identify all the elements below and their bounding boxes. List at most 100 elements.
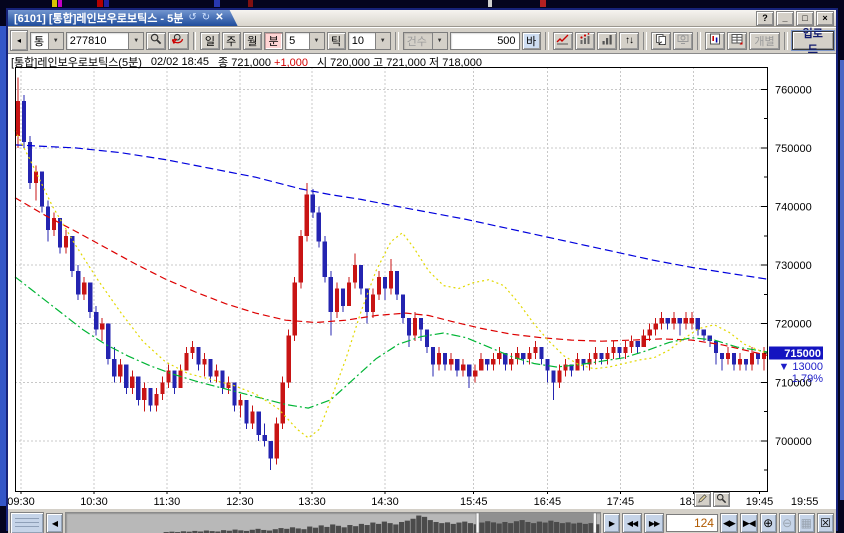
ma-long [15, 145, 767, 279]
search-back-icon [172, 33, 184, 48]
chevron-down-icon[interactable]: ▼ [375, 33, 390, 49]
svg-text:730000: 730000 [775, 260, 812, 272]
dotted-bar-chart-button[interactable] [575, 32, 595, 50]
svg-text:720000: 720000 [775, 319, 812, 331]
search-recent-button[interactable] [168, 32, 188, 50]
titlebar[interactable]: [6101] [통합]레인보우로보틱스 - 5분 ↺ ↻ ✕ ? _ □ × [8, 10, 836, 27]
maximize-button[interactable]: □ [796, 11, 814, 26]
ma-short [15, 277, 767, 408]
background-artifact [104, 0, 109, 7]
background-artifact [52, 0, 57, 7]
monitor-search-icon [677, 33, 689, 48]
magnifier-icon [716, 492, 727, 507]
svg-text:700000: 700000 [775, 436, 812, 448]
window-title: [6101] [통합]레인보우로보틱스 - 5분 [14, 10, 183, 26]
chart-scrollbar-track[interactable] [65, 512, 601, 533]
stock-type-value: 통 [31, 33, 48, 49]
period-tick-button[interactable]: 틱 [327, 32, 346, 50]
toolbar-separator [697, 32, 701, 50]
cycle-back-icon[interactable]: ↺ [188, 13, 196, 23]
background-artifact [97, 0, 103, 7]
chevron-down-icon[interactable]: ▼ [309, 33, 324, 49]
jump-end-button[interactable]: ▶◀ [740, 513, 758, 533]
page-back-button[interactable]: ◀◀ [622, 513, 642, 533]
svg-text:19:55: 19:55 [791, 496, 819, 508]
svg-text:16:45: 16:45 [534, 496, 562, 508]
dotted-bars-icon [579, 33, 591, 48]
stock-code-value: 277810 [67, 35, 129, 47]
count-label: 건수 [404, 33, 432, 49]
cycle-forward-icon[interactable]: ↻ [202, 13, 210, 23]
datetime-label: 02/02 18:45 [151, 56, 209, 68]
volume-navigator[interactable] [66, 513, 600, 533]
axes-layer: 7600007500007400007300007200007100007000… [8, 68, 818, 509]
tick-interval-dropdown[interactable]: 10 ▼ [348, 32, 391, 50]
svg-text:1.79%: 1.79% [792, 373, 823, 385]
toolbar-separator [643, 32, 647, 50]
zoom-out-button-disabled: ⊖ [779, 513, 796, 533]
background-artifact [840, 60, 844, 500]
background-artifact [248, 0, 253, 7]
toolbar-separator [395, 32, 399, 50]
chevron-down-icon[interactable]: ▼ [48, 33, 63, 49]
background-artifact [488, 0, 492, 7]
period-minute-button[interactable]: 분 [264, 32, 283, 50]
sort-updown-button[interactable]: ↑↓ [619, 32, 639, 50]
chevron-down-icon[interactable]: ▼ [128, 33, 143, 49]
svg-text:740000: 740000 [775, 201, 812, 213]
bar-position-input[interactable] [666, 514, 718, 532]
page-forward-button[interactable]: ▶▶ [644, 513, 664, 533]
upload-button[interactable]: 업로드 [792, 31, 834, 50]
bar-chart-icon [601, 33, 613, 48]
scroll-right-button[interactable]: ▶ [603, 513, 620, 533]
tab-close-icon[interactable]: ✕ [215, 13, 223, 23]
chart-window: [6101] [통합]레인보우로보틱스 - 5분 ↺ ↻ ✕ ? _ □ × ◂… [6, 8, 838, 531]
period-day-button[interactable]: 일 [200, 32, 219, 50]
bottom-navigator-bar: ◀ ▶ ◀◀ ▶▶ ◀▶ ▶◀ ⊕ ⊖ ▦ ☒ [8, 508, 836, 533]
period-week-button[interactable]: 주 [222, 32, 241, 50]
grid-view-button[interactable] [727, 32, 747, 50]
search-button[interactable] [146, 32, 166, 50]
period-month-button[interactable]: 월 [243, 32, 262, 50]
close-panel-button[interactable]: ☒ [817, 513, 834, 533]
stock-type-dropdown[interactable]: 통 ▼ [30, 32, 64, 50]
window-title-tab[interactable]: [6101] [통합]레인보우로보틱스 - 5분 ↺ ↻ ✕ [8, 10, 238, 26]
individual-button-disabled: 개별 [749, 32, 779, 50]
line-chart-tool-button[interactable] [553, 32, 573, 50]
zoom-tool-button[interactable] [713, 492, 730, 507]
chart-info-bar: [통합]레인보우로보틱스(5분) 02/02 18:45 종 721,000 +… [8, 54, 836, 68]
scroll-left-button[interactable]: ◀ [46, 513, 63, 533]
svg-text:11:30: 11:30 [154, 496, 181, 508]
svg-text:760000: 760000 [775, 84, 812, 96]
navigator-handle-left[interactable] [476, 513, 479, 533]
svg-text:14:30: 14:30 [371, 496, 399, 508]
svg-text:17:45: 17:45 [607, 496, 635, 508]
minimize-button[interactable]: _ [776, 11, 794, 26]
navigator-handle-right[interactable] [593, 513, 596, 533]
duplicate-chart-button[interactable] [651, 32, 671, 50]
svg-text:715000: 715000 [784, 348, 821, 360]
stock-code-combo[interactable]: 277810 ▼ [66, 32, 145, 50]
minute-interval-dropdown[interactable]: 5 ▼ [285, 32, 324, 50]
svg-text:09:30: 09:30 [8, 496, 35, 508]
svg-text:12:30: 12:30 [226, 496, 254, 508]
chevron-down-icon: ▼ [432, 33, 447, 49]
bar-count-input[interactable] [450, 32, 520, 50]
toolbar: ◂ 통 ▼ 277810 ▼ 일 주 월 분 5 ▼ [8, 27, 836, 54]
svg-text:19:45: 19:45 [746, 496, 774, 508]
collapse-toolbar-button[interactable]: ◂ [10, 30, 28, 51]
grid-table-icon [731, 33, 743, 48]
zoom-in-button[interactable]: ⊕ [760, 513, 777, 533]
close-button[interactable]: × [816, 11, 834, 26]
minute-interval-value: 5 [286, 35, 308, 47]
draw-tool-button[interactable] [694, 492, 711, 507]
bar-chart-button[interactable] [597, 32, 617, 50]
candle-report-button[interactable] [705, 32, 725, 50]
up-down-arrows-icon: ↑↓ [625, 35, 633, 46]
candlestick-chart[interactable]: 7600007500007400007300007200007100007000… [8, 67, 836, 508]
jump-first-last-button[interactable]: ◀▶ [720, 513, 738, 533]
splitter-grip[interactable] [10, 512, 44, 533]
tick-interval-value: 10 [349, 35, 375, 47]
bar-unit-button[interactable]: 바 [522, 32, 541, 50]
help-button[interactable]: ? [756, 11, 774, 26]
